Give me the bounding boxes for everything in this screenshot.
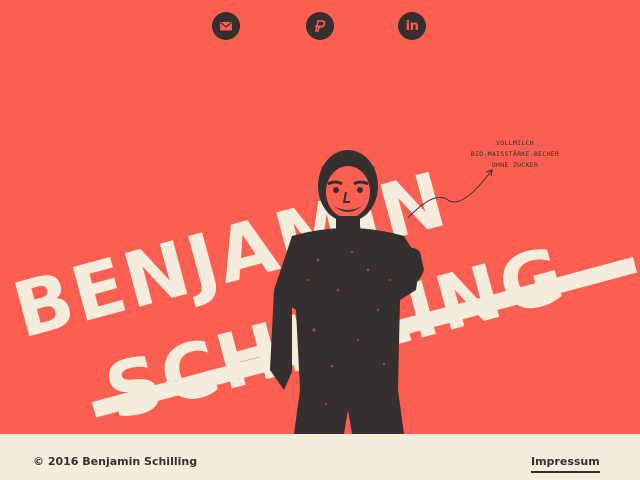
note-line: BIO-MAISSTÄRKE-BECHER [470,150,560,158]
impressum-link[interactable]: Impressum [531,455,600,473]
envelope-icon [220,22,232,31]
linkedin-icon: in [405,18,419,34]
footer: © 2016 Benjamin Schilling Impressum [0,434,640,480]
note-line: VOLLMILCH [496,139,534,147]
note-line: OHNE ZUCKER [491,161,539,169]
email-link[interactable] [212,12,240,40]
hero-stage: in BENJAMIN SCHILLING [0,0,640,434]
paypal-link[interactable] [306,12,334,40]
handwritten-note: VOLLMILCH BIO-MAISSTÄRKE-BECHER OHNE ZUC… [460,138,570,171]
linkedin-link[interactable]: in [398,12,426,40]
copyright-text: © 2016 Benjamin Schilling [33,455,198,468]
paypal-icon [315,20,326,32]
